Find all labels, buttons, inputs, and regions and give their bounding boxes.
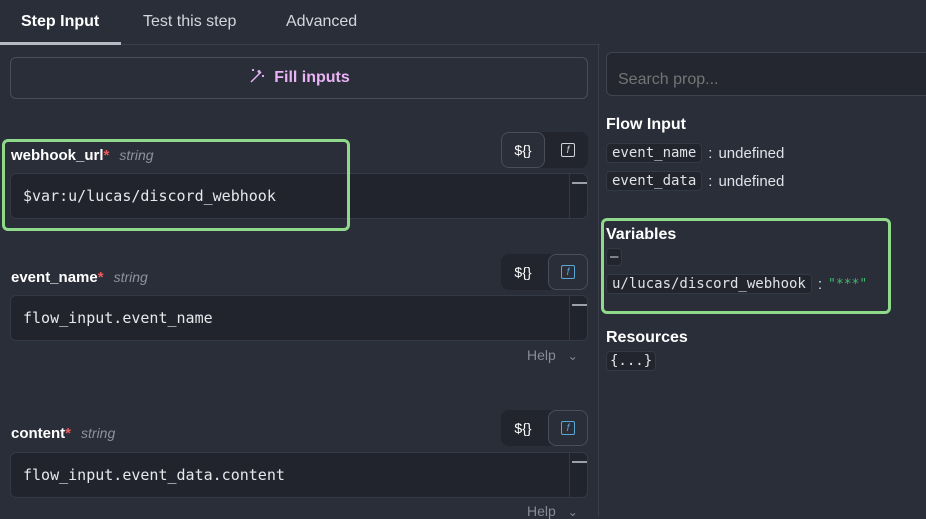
static-value-button[interactable]: ${} [501, 410, 545, 446]
event-name-input[interactable]: flow_input.event_name [10, 295, 588, 341]
required-mark: * [65, 425, 72, 442]
content-input[interactable]: flow_input.event_data.content [10, 452, 588, 498]
scrollbar[interactable] [569, 453, 587, 497]
help-label: Help [527, 503, 556, 519]
flow-input-row: event_name: undefined [606, 143, 784, 163]
chevron-down-icon: ⌄ [567, 349, 578, 363]
help-toggle[interactable]: Help ⌄ [527, 503, 578, 519]
field-label-content: content* string [11, 425, 115, 442]
scrollbar[interactable] [569, 296, 587, 340]
input-mode-toggle: ${} f [501, 410, 588, 446]
javascript-expression-button[interactable]: f [548, 410, 588, 446]
content-value: flow_input.event_data.content [23, 466, 285, 484]
field-name: event_name [11, 269, 98, 286]
flow-input-title: Flow Input [606, 116, 686, 133]
function-icon: f [561, 421, 575, 435]
magic-wand-icon [248, 67, 266, 90]
help-label: Help [527, 347, 556, 363]
tab-advanced[interactable]: Advanced [286, 13, 357, 31]
property-key[interactable]: event_name [606, 143, 703, 163]
static-value-button[interactable]: ${} [501, 254, 545, 290]
static-value-button[interactable]: ${} [501, 132, 545, 168]
panel-divider[interactable] [598, 45, 599, 516]
property-value: undefined [718, 172, 785, 190]
function-icon: f [561, 143, 575, 157]
javascript-expression-button[interactable]: f [548, 254, 588, 290]
property-key[interactable]: event_data [606, 171, 703, 191]
active-tab-indicator [0, 42, 121, 45]
help-toggle[interactable]: Help ⌄ [527, 347, 578, 363]
flow-input-row: event_data: undefined [606, 171, 784, 191]
field-name: content [11, 425, 66, 442]
field-type: string [113, 269, 148, 285]
tab-step-input[interactable]: Step Input [21, 13, 99, 31]
tab-bar: Step Input Test this step Advanced [0, 0, 600, 45]
highlight-box [601, 218, 891, 314]
tab-test-this-step[interactable]: Test this step [143, 13, 236, 31]
function-icon: f [561, 265, 575, 279]
chevron-down-icon: ⌄ [567, 505, 578, 519]
input-mode-toggle: ${} f [501, 132, 588, 168]
field-label-event-name: event_name* string [11, 269, 148, 286]
resources-title: Resources [606, 329, 688, 346]
search-props-input[interactable] [606, 52, 926, 96]
resources-row: {...} [606, 351, 657, 371]
highlight-box [2, 139, 350, 231]
field-type: string [81, 425, 116, 441]
input-mode-toggle: ${} f [501, 254, 588, 290]
resources-expand-button[interactable]: {...} [606, 351, 657, 371]
javascript-expression-button[interactable]: f [548, 132, 588, 168]
property-value: undefined [718, 144, 785, 162]
required-mark: * [97, 269, 104, 286]
event-name-value: flow_input.event_name [23, 309, 213, 327]
fill-inputs-button[interactable]: Fill inputs [10, 57, 588, 99]
scrollbar[interactable] [569, 174, 587, 218]
fill-inputs-label: Fill inputs [274, 69, 350, 86]
